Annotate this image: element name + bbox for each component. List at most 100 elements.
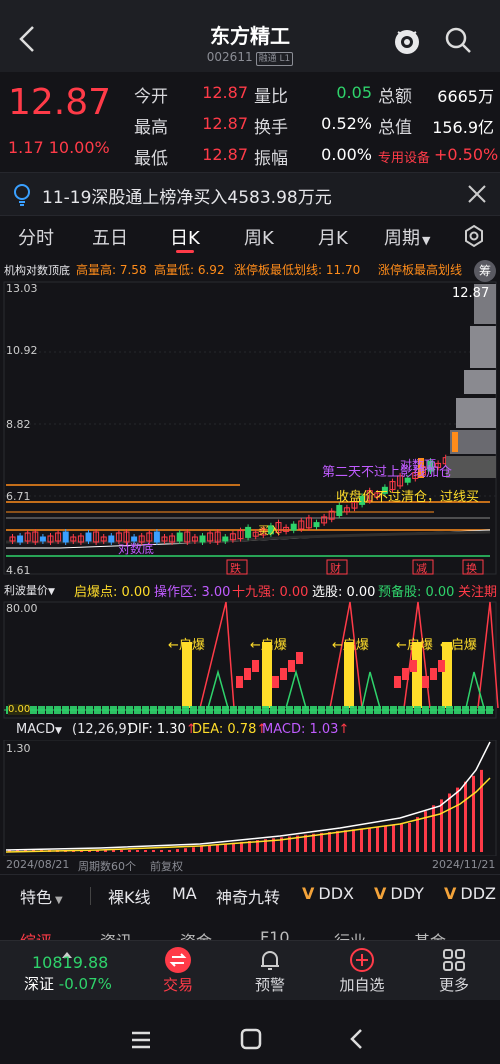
bell-icon <box>261 951 279 970</box>
base-cell <box>462 706 469 714</box>
base-cell <box>190 706 197 714</box>
macd-bar <box>184 848 187 852</box>
search-icon[interactable] <box>442 24 474 56</box>
kline-indicator-name: 机构对数顶底 <box>4 264 70 277</box>
news-banner[interactable]: 11-19深股通上榜净买入4583.98万元 <box>0 172 500 216</box>
quote-value: 0.05 <box>336 83 372 102</box>
macd-bar <box>416 817 419 852</box>
strategy-annotation: 收盘价不过清仓，过线买 <box>336 490 480 505</box>
tab-intraday[interactable]: 分时 <box>18 224 54 250</box>
lightbulb-icon <box>12 183 32 211</box>
settings-gear-icon[interactable] <box>462 224 486 252</box>
quote-value: 6665万 <box>437 87 494 106</box>
indicator-chart[interactable]: 80.00 0.00 ←启爆 ←启爆 ←启爆 ←启爆 ←启爆 <box>0 600 500 720</box>
y-axis-label: 6.71 <box>6 490 31 503</box>
feature-ma[interactable]: MA <box>172 884 197 903</box>
base-cell <box>206 706 213 714</box>
home-icon[interactable] <box>240 1028 262 1054</box>
nav-more[interactable]: 更多 <box>414 941 494 1001</box>
kline-indicator-info[interactable]: 机构对数顶底 高量高: 7.58 高量低: 6.92 涨停板最低划线: 11.7… <box>0 258 500 280</box>
base-cell <box>374 706 381 714</box>
feature-ddy[interactable]: V DDY <box>374 884 424 903</box>
indicator-value: 启爆点: 0.00 <box>74 585 151 600</box>
macd-info[interactable]: MACD▼ (12,26,9) DIF: 1.30↑ DEA: 0.78↑ MA… <box>0 720 500 740</box>
feature-ddz[interactable]: V DDZ <box>444 884 496 903</box>
feature-naked-k[interactable]: 裸K线 <box>108 884 151 908</box>
kline-info-value: 高量高: 7.58 <box>76 263 147 277</box>
macd-bar <box>392 824 395 852</box>
industry-link[interactable]: 专用设备 <box>378 147 430 166</box>
feature-magic-nine[interactable]: 神奇九转 <box>216 884 280 908</box>
nav-trade[interactable]: 交易 <box>138 941 218 1001</box>
chips-badge[interactable]: 筹 <box>474 260 496 282</box>
assistant-robot-icon[interactable] <box>390 24 424 58</box>
base-cell <box>430 706 437 714</box>
feature-dropdown[interactable]: 特色 ▼ <box>20 884 63 908</box>
index-line: 深证 -0.07% <box>24 975 112 993</box>
stock-name: 东方精工 <box>210 24 290 48</box>
operation-bar <box>410 660 417 672</box>
tab-period-dropdown[interactable]: 周期 ▼ <box>384 224 430 250</box>
base-cell <box>198 706 205 714</box>
back-icon[interactable] <box>348 1028 366 1054</box>
macd-bar <box>216 844 219 852</box>
quote-value: 0.52% <box>321 114 372 133</box>
operation-bar <box>252 660 259 672</box>
kline-info-value: 涨停板最低划线: 11.70 <box>234 263 361 277</box>
macd-bar <box>440 799 443 852</box>
base-cell <box>142 706 149 714</box>
quote-label: 振幅 <box>254 149 288 169</box>
period-tabs: 分时 五日 日K 周K 月K 周期 ▼ <box>0 216 500 256</box>
macd-bar <box>472 775 475 852</box>
base-cell <box>422 706 429 714</box>
operation-bar <box>280 668 287 680</box>
base-cell <box>222 706 229 714</box>
operation-bar <box>236 676 243 688</box>
indicator-value: 选股: 0.00 <box>312 585 376 600</box>
close-icon[interactable] <box>466 183 488 209</box>
tab-daily-k[interactable]: 日K <box>170 224 200 250</box>
base-cell <box>134 706 141 714</box>
base-cell <box>54 706 61 714</box>
tab-monthly-k[interactable]: 月K <box>318 224 348 250</box>
stock-code-line: 002611 融通 L1 <box>0 50 500 66</box>
macd-bar <box>176 849 179 852</box>
news-text[interactable]: 11-19深股通上榜净买入4583.98万元 <box>42 183 332 208</box>
tab-five-day[interactable]: 五日 <box>92 224 128 250</box>
macd-bar <box>408 823 411 852</box>
menu-icon[interactable] <box>130 1030 152 1054</box>
indicator-value: 预备股: 0.00 <box>378 585 455 600</box>
tab-weekly-k[interactable]: 周K <box>244 224 274 250</box>
index-ticker[interactable]: 10819.88 深证 -0.07% <box>0 941 130 1001</box>
macd-bar <box>448 793 451 852</box>
macd-bar <box>112 850 115 852</box>
base-cell <box>278 706 285 714</box>
kline-chart[interactable]: 13.03 10.92 8.82 6.71 4.61 12.87 筹 第二天不过… <box>0 260 500 577</box>
nav-add-watchlist[interactable]: 加自选 <box>322 941 402 1001</box>
macd-bar <box>120 850 123 852</box>
macd-chart[interactable]: 1.30 <box>0 739 500 857</box>
indicator-value: 操作区: 3.00 <box>154 585 231 600</box>
operation-bar <box>422 676 429 688</box>
base-cell <box>454 706 461 714</box>
nav-alert[interactable]: 预警 <box>230 941 310 1001</box>
macd-name: MACD▼ <box>16 722 62 737</box>
base-cell <box>126 706 133 714</box>
price-change: 1.17 10.00% <box>8 138 110 157</box>
base-cell <box>486 706 493 714</box>
bottom-nav: 10819.88 深证 -0.07% 交易 预警 加自选 更多 <box>0 940 500 1000</box>
macd-bar <box>480 769 483 852</box>
macd-y-top: 1.30 <box>6 742 31 755</box>
base-cell <box>446 706 453 714</box>
add-circle-icon <box>350 948 374 972</box>
base-cell <box>286 706 293 714</box>
base-cell <box>182 706 189 714</box>
base-cell <box>334 706 341 714</box>
macd-bar <box>456 787 459 852</box>
quote-value: 12.87 <box>202 114 248 133</box>
base-cell <box>406 706 413 714</box>
date-axis: 2024/08/21 周期数60个 前复权 2024/11/21 <box>0 856 500 874</box>
industry-change: +0.50% <box>434 145 499 164</box>
feature-ddx[interactable]: V DDX <box>302 884 354 903</box>
indicator-info[interactable]: 利波量价▼ 启爆点: 0.00 操作区: 3.00 十九强: 0.00 选股: … <box>0 578 500 600</box>
